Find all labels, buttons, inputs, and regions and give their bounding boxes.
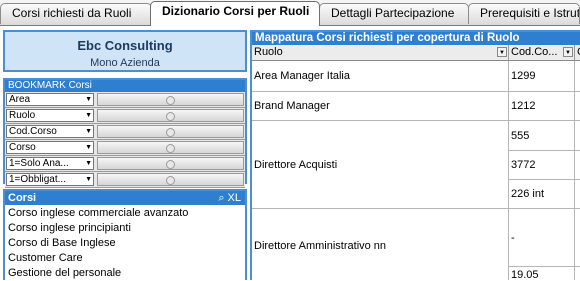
bookmark-select-area[interactable]: Area ▼ bbox=[6, 93, 94, 106]
search-xl-icon[interactable]: ⌕ XL bbox=[218, 191, 241, 205]
bookmark-row: 1=Solo Ana... ▼ bbox=[5, 156, 245, 172]
bookmark-radio-button[interactable] bbox=[97, 109, 244, 122]
column-header-ruolo[interactable]: Ruolo ▼ bbox=[252, 45, 509, 60]
table-cell-cod: 555 bbox=[509, 121, 575, 151]
list-item[interactable]: Corso inglese principianti bbox=[8, 221, 245, 236]
bookmark-select-label: 1=Obbligat... bbox=[9, 174, 66, 185]
bookmark-select-label: Corso bbox=[9, 142, 36, 153]
bookmark-title: BOOKMARK Corsi bbox=[5, 80, 245, 92]
bookmark-radio-button[interactable] bbox=[97, 141, 244, 154]
column-header-c[interactable]: C bbox=[575, 45, 580, 60]
dropdown-arrow-icon[interactable]: ▼ bbox=[563, 47, 573, 57]
dropdown-arrow-icon: ▼ bbox=[85, 160, 92, 167]
table-cell-c bbox=[575, 180, 580, 209]
bookmark-row: 1=Obbligat... ▼ bbox=[5, 172, 245, 188]
bookmark-select-label: Ruolo bbox=[9, 110, 36, 121]
bookmark-row: Corso ▼ bbox=[5, 140, 245, 156]
bookmark-select-label: 1=Solo Ana... bbox=[9, 158, 69, 169]
column-header-cod-corso[interactable]: Cod.Co... ▼ bbox=[509, 45, 575, 60]
table-cell-c bbox=[575, 92, 580, 121]
corsi-listbox: Corsi ⌕ XL Corso inglese commerciale ava… bbox=[3, 189, 247, 280]
tab-prerequisiti-e-istruttori[interactable]: Prerequisiti e Istruttori bbox=[468, 3, 580, 24]
bookmark-select-label: Area bbox=[9, 94, 31, 105]
bookmark-select-cod-corso[interactable]: Cod.Corso ▼ bbox=[6, 125, 94, 138]
dropdown-arrow-icon: ▼ bbox=[85, 176, 92, 183]
radio-icon bbox=[166, 128, 175, 137]
company-box: Ebc Consulting Mono Azienda bbox=[3, 30, 247, 72]
column-label: Cod.Co... bbox=[511, 46, 558, 58]
bookmark-radio-button[interactable] bbox=[97, 93, 244, 106]
dropdown-arrow-icon: ▼ bbox=[85, 144, 92, 151]
dropdown-arrow-icon: ▼ bbox=[85, 96, 92, 103]
radio-icon bbox=[166, 176, 175, 185]
list-item[interactable]: Customer Care bbox=[8, 251, 245, 266]
dropdown-arrow-icon[interactable]: ▼ bbox=[497, 47, 507, 57]
table-cell-c bbox=[575, 61, 580, 92]
dropdown-arrow-icon: ▼ bbox=[85, 112, 92, 119]
dropdown-arrow-icon: ▼ bbox=[85, 128, 92, 135]
table-header: Ruolo ▼ Cod.Co... ▼ C bbox=[252, 45, 580, 61]
bookmark-row: Area ▼ bbox=[5, 92, 245, 108]
tab-bar: Corsi richiesti da Ruoli Dizionario Cors… bbox=[0, 0, 580, 26]
radio-icon bbox=[166, 160, 175, 169]
table-cell-cod: 3772 bbox=[509, 151, 575, 180]
table-cell-cod: 1212 bbox=[509, 92, 575, 121]
table-cell-c bbox=[575, 121, 580, 151]
bookmark-select-ruolo[interactable]: Ruolo ▼ bbox=[6, 109, 94, 122]
bookmark-row: Cod.Corso ▼ bbox=[5, 124, 245, 140]
company-subtitle: Mono Azienda bbox=[90, 57, 160, 69]
column-label: Ruolo bbox=[254, 46, 283, 58]
tab-dettagli-partecipazione[interactable]: Dettagli Partecipazione bbox=[319, 3, 469, 24]
company-name: Ebc Consulting bbox=[77, 38, 173, 53]
mapping-table-panel: Mappatura Corsi richiesti per copertura … bbox=[250, 30, 580, 280]
bookmark-radio-button[interactable] bbox=[97, 125, 244, 138]
corsi-list: Corso inglese commerciale avanzato Corso… bbox=[5, 205, 245, 281]
bookmark-select-solo-analisi[interactable]: 1=Solo Ana... ▼ bbox=[6, 157, 94, 170]
table-cell-c bbox=[575, 209, 580, 267]
list-item[interactable]: Corso inglese commerciale avanzato bbox=[8, 206, 245, 221]
tab-dizionario-corsi-per-ruoli[interactable]: Dizionario Corsi per Ruoli bbox=[150, 1, 320, 26]
bookmark-radio-button[interactable] bbox=[97, 157, 244, 170]
bookmark-row: Ruolo ▼ bbox=[5, 108, 245, 124]
table-cell-cod: 1299 bbox=[509, 61, 575, 92]
table-cell-ruolo: Brand Manager bbox=[252, 92, 509, 121]
radio-icon bbox=[166, 144, 175, 153]
table-cell-ruolo: Direttore Amministrativo nn bbox=[252, 209, 509, 280]
bookmark-panel: BOOKMARK Corsi Area ▼ Ruolo ▼ Cod.Corso ▼ C… bbox=[3, 78, 247, 188]
table-cell-ruolo: Direttore Acquisti bbox=[252, 121, 509, 209]
tab-corsi-richiesti-da-ruoli[interactable]: Corsi richiesti da Ruoli bbox=[0, 3, 152, 24]
bookmark-select-obbligatorio[interactable]: 1=Obbligat... ▼ bbox=[6, 173, 94, 186]
bookmark-select-corso[interactable]: Corso ▼ bbox=[6, 141, 94, 154]
table-cell-cod: - bbox=[509, 209, 575, 267]
corsi-title-bar: Corsi ⌕ XL bbox=[5, 191, 245, 205]
list-item[interactable]: Gestione del personale bbox=[8, 266, 245, 281]
radio-icon bbox=[166, 96, 175, 105]
bookmark-radio-button[interactable] bbox=[97, 173, 244, 186]
table-cell-cod: 226 int bbox=[509, 180, 575, 209]
bookmark-select-label: Cod.Corso bbox=[9, 126, 57, 137]
table-cell-ruolo: Area Manager Italia bbox=[252, 61, 509, 92]
radio-icon bbox=[166, 112, 175, 121]
table-cell-cod: 19.05 bbox=[509, 267, 575, 280]
list-item[interactable]: Corso di Base Inglese bbox=[8, 236, 245, 251]
table-title: Mappatura Corsi richiesti per copertura … bbox=[252, 32, 580, 45]
table-cell-c bbox=[575, 151, 580, 180]
corsi-title: Corsi bbox=[8, 192, 37, 204]
